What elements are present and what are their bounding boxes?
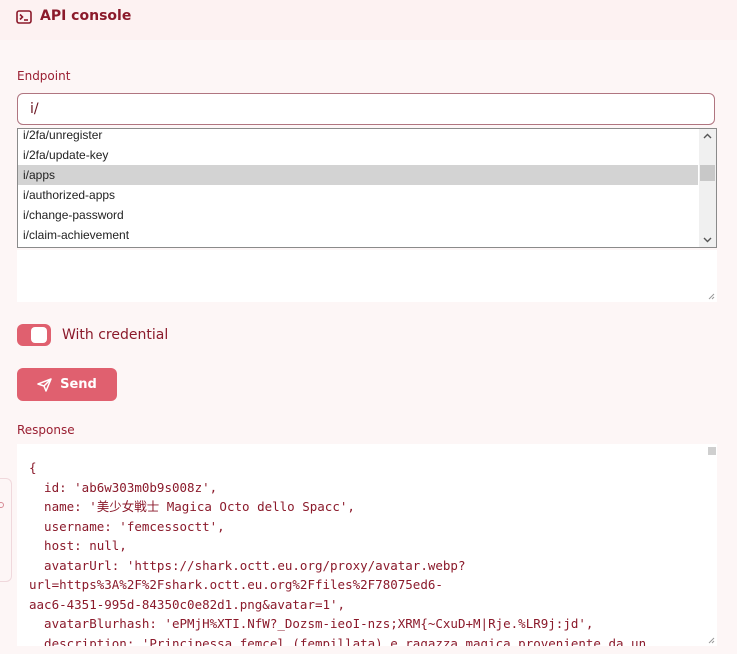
list-item[interactable]: i/2fa/unregister [18,129,698,145]
code-line: description: 'Principessa femcel (fempil… [29,635,647,647]
params-textarea[interactable] [17,250,717,302]
code-line: avatarUrl: 'https://shark.octt.eu.org/pr… [29,557,466,573]
list-item[interactable]: i/authorized-apps [18,185,698,205]
listbox-scrollbar[interactable] [699,129,716,247]
scrollbar-thumb[interactable] [700,165,715,181]
send-label: Send [60,377,97,392]
code-line: name: '美少女戦士 Magica Octo dello Spacc', [29,499,355,514]
endpoint-suggestions-list[interactable]: i/2fa/unregister i/2fa/update-key i/apps… [17,128,717,248]
code-line: { [29,460,37,475]
list-item-selected[interactable]: i/apps [18,165,698,185]
code-line: url=https%3A%2F%2Fshark.octt.eu.org%2Ffi… [29,577,443,592]
chevron-down-icon[interactable] [703,235,712,244]
code-line: id: 'ab6w303m0b9s008z', [29,479,218,495]
page-title: API console [40,8,132,24]
code-line: aac6-4351-995d-84350c0e82d1.png&avatar=1… [29,596,346,612]
send-icon [37,377,52,392]
credential-toggle[interactable] [17,324,51,346]
response-code: { id: 'ab6w303m0b9s008z', name: '美少女戦士 M… [29,458,699,646]
resize-grip-icon[interactable] [708,637,715,644]
code-line: host: null, [29,538,127,553]
endpoint-label: Endpoint [17,69,71,83]
credential-label: With credential [62,327,169,343]
side-panel-tab[interactable] [0,478,12,582]
toggle-knob [31,327,47,343]
endpoint-input[interactable] [17,93,715,125]
response-label: Response [17,423,75,437]
terminal-icon [16,10,32,24]
chevron-up-icon[interactable] [703,132,712,141]
list-item[interactable]: i/2fa/update-key [18,145,698,165]
send-button[interactable]: Send [17,368,117,401]
list-item[interactable]: i/claim-achievement [18,225,698,245]
response-scrollbar-thumb[interactable] [708,447,716,455]
code-line: username: 'femcessoctt', [29,518,225,534]
code-line: avatarBlurhash: 'ePMjH%XTI.NfW?_Dozsm-ie… [29,616,594,631]
list-item[interactable]: i/change-password [18,205,698,225]
resize-grip-icon[interactable] [708,293,715,300]
app-header: API console [0,0,737,40]
pin-icon [0,502,4,508]
response-output[interactable]: { id: 'ab6w303m0b9s008z', name: '美少女戦士 M… [17,444,717,646]
